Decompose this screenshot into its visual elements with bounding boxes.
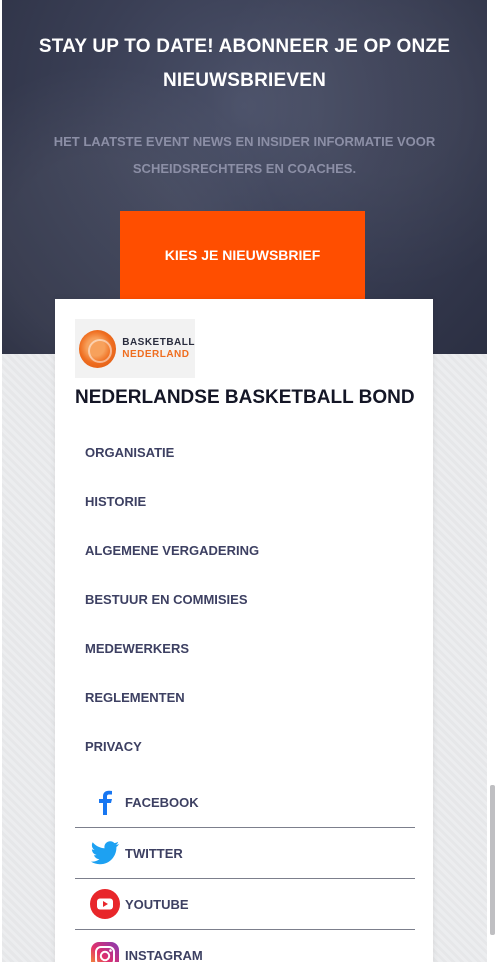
facebook-icon — [90, 787, 120, 817]
social-label-facebook: FACEBOOK — [125, 794, 199, 810]
logo-line-1: BASKETBALL — [122, 336, 195, 348]
social-label-twitter: TWITTER — [125, 845, 183, 861]
social-links: FACEBOOK TWITTER YOUTUBE INSTAGRAM — [75, 777, 415, 962]
menu-item-organisatie[interactable]: ORGANISATIE — [75, 428, 415, 477]
logo-wordmark: BASKETBALL NEDERLAND — [122, 337, 195, 361]
social-link-instagram[interactable]: INSTAGRAM — [75, 930, 415, 962]
menu-item-algemene-vergadering[interactable]: ALGEMENE VERGADERING — [75, 526, 415, 575]
menu-item-privacy[interactable]: PRIVACY — [75, 722, 415, 771]
org-name: NEDERLANDSE BASKETBALL BOND — [75, 387, 415, 408]
youtube-icon — [90, 889, 120, 919]
newsletter-subtitle: HET LAATSTE EVENT NEWS EN INSIDER INFORM… — [53, 134, 436, 176]
social-link-facebook[interactable]: FACEBOOK — [75, 777, 415, 828]
social-link-youtube[interactable]: YOUTUBE — [75, 879, 415, 930]
menu-item-historie[interactable]: HISTORIE — [75, 477, 415, 526]
footer-menu: ORGANISATIE HISTORIE ALGEMENE VERGADERIN… — [75, 428, 415, 771]
social-label-instagram: INSTAGRAM — [125, 948, 203, 962]
scrollbar-thumb[interactable] — [490, 785, 495, 935]
social-link-twitter[interactable]: TWITTER — [75, 828, 415, 879]
newsletter-title: STAY UP TO DATE! ABONNEER JE OP ONZE NIE… — [38, 36, 451, 91]
logo-line-2: NEDERLAND — [122, 348, 190, 360]
menu-item-medewerkers[interactable]: MEDEWERKERS — [75, 624, 415, 673]
menu-item-bestuur-en-commisies[interactable]: BESTUUR EN COMMISIES — [75, 575, 415, 624]
menu-item-reglementen[interactable]: REGLEMENTEN — [75, 673, 415, 722]
instagram-icon — [90, 941, 120, 962]
basketball-nederland-logo[interactable]: BASKETBALL NEDERLAND — [75, 319, 195, 378]
choose-newsletter-button[interactable]: KIES JE NIEUWSBRIEF — [120, 211, 365, 299]
twitter-icon — [90, 838, 120, 868]
footer-card: BASKETBALL NEDERLAND NEDERLANDSE BASKETB… — [55, 299, 433, 962]
social-label-youtube: YOUTUBE — [125, 896, 189, 912]
lion-ball-icon — [79, 329, 117, 368]
